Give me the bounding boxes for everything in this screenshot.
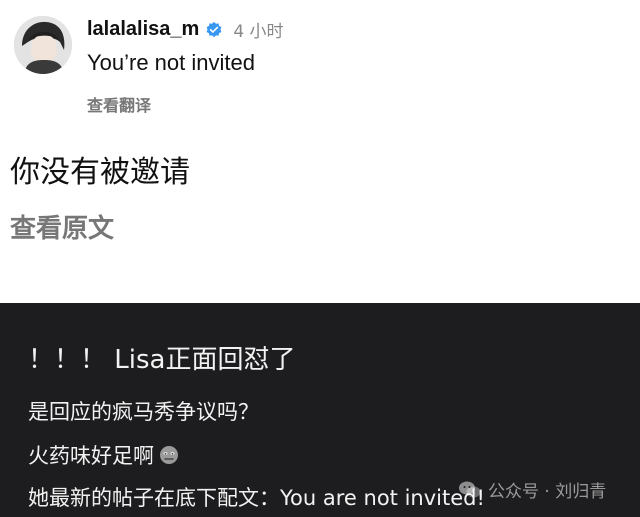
user-avatar[interactable] bbox=[14, 16, 72, 74]
commentary-line-1: ！！！ Lisa正面回怼了 bbox=[28, 345, 296, 375]
unamused-face-emoji-icon bbox=[160, 446, 178, 464]
username[interactable]: lalalalisa_m bbox=[87, 18, 199, 41]
see-translation-link[interactable]: 查看翻译 bbox=[87, 92, 151, 116]
verified-badge-icon bbox=[206, 21, 222, 37]
post-caption: You’re not invited bbox=[87, 50, 255, 75]
commentary-line-4: 她最新的帖子在底下配文：You are not invited! bbox=[28, 486, 485, 510]
post-time: 4 小时 bbox=[233, 22, 284, 42]
watermark: 公众号 · 刘归青 bbox=[458, 477, 606, 502]
watermark-text: 公众号 · 刘归青 bbox=[488, 482, 607, 502]
commentary-line-3: 火药味好足啊 bbox=[28, 440, 180, 470]
see-original-link[interactable]: 查看原文 bbox=[10, 208, 114, 245]
wechat-account-icon bbox=[459, 481, 481, 497]
translated-caption: 你没有被邀请 bbox=[10, 155, 190, 190]
avatar-portrait-icon bbox=[14, 16, 72, 74]
commentary-line-3-text: 火药味好足啊 bbox=[28, 444, 154, 468]
commentary-line-2: 是回应的疯马秀争议吗？ bbox=[28, 400, 259, 424]
post-header: lalalalisa_m 4 小时 bbox=[87, 17, 284, 42]
instagram-post-section: lalalalisa_m 4 小时 You’re not invited 查看翻… bbox=[0, 0, 640, 303]
